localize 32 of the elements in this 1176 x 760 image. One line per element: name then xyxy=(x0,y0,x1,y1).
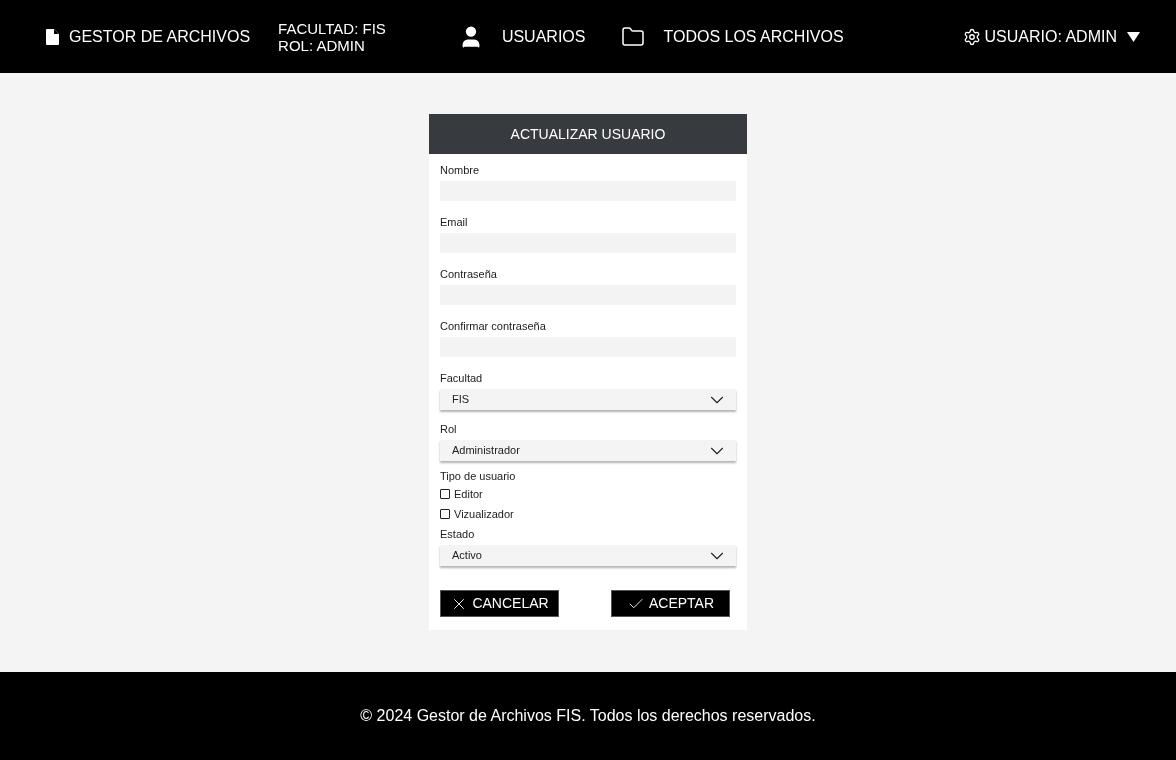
field-label: Estado xyxy=(440,527,476,541)
copyright-text: © 2024 Gestor de Archivos FIS. Todos los derechos reservados. xyxy=(360,706,816,726)
nav-link[interactable]: TODOS LOS ARCHIVOS xyxy=(621,24,844,49)
checkbox-label: Editor xyxy=(454,487,483,501)
field-label: Facultad xyxy=(440,371,484,385)
checkbox[interactable] xyxy=(440,509,450,519)
select-field[interactable]: FIS xyxy=(440,389,736,410)
form-title: ACTUALIZAR USUARIO xyxy=(429,114,747,154)
file-icon xyxy=(46,28,59,45)
field-label: Contraseña xyxy=(440,267,498,281)
folder-icon xyxy=(621,24,646,49)
brand-title[interactable]: GESTOR DE ARCHIVOS xyxy=(69,24,251,49)
field-label: Rol xyxy=(440,422,458,436)
select-value: Administrador xyxy=(452,443,520,459)
settings-icon xyxy=(962,27,981,46)
select-value: Activo xyxy=(452,548,482,564)
field-label: Confirmar contraseña xyxy=(440,319,547,333)
cancel-button[interactable]: CANCELAR xyxy=(440,590,559,617)
nav-link[interactable]: USUARIOS xyxy=(457,23,586,50)
checkbox-label: Vizualizador xyxy=(454,507,514,521)
user-menu[interactable]: USUARIO: ADMIN xyxy=(962,24,1140,49)
field-label: Tipo de usuario xyxy=(440,469,517,483)
checkbox[interactable] xyxy=(440,489,450,499)
dropdown-caret-icon xyxy=(1127,31,1140,42)
select-field[interactable]: Activo xyxy=(440,545,736,566)
select-value: FIS xyxy=(452,392,470,408)
role-text: ROL: ADMIN xyxy=(278,36,366,54)
field-label: Nombre xyxy=(440,163,481,177)
accept-button[interactable]: ACEPTAR xyxy=(611,590,730,617)
faculty-text: FACULTAD: FIS xyxy=(278,19,386,37)
select-field[interactable]: Administrador xyxy=(440,440,736,461)
field-label: Email xyxy=(440,215,469,229)
